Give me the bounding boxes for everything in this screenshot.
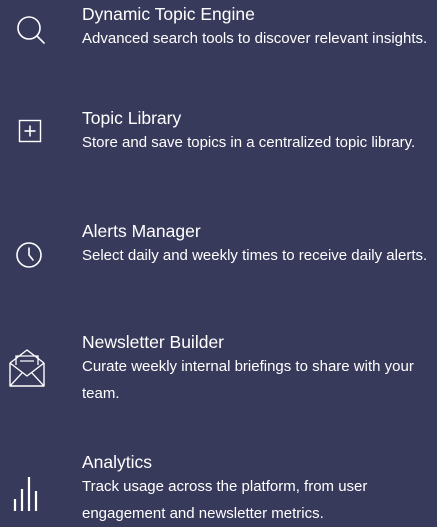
feature-description: Curate weekly internal briefings to shar… — [82, 358, 414, 402]
feature-title: Newsletter Builder — [82, 332, 224, 352]
feature-title: Dynamic Topic Engine — [82, 4, 255, 24]
feature-description: Select daily and weekly times to receive… — [82, 247, 428, 264]
plus-box-icon — [18, 119, 78, 179]
feature-description: Advanced search tools to discover releva… — [82, 30, 428, 47]
clock-icon — [14, 240, 74, 300]
bar-chart-icon — [12, 471, 72, 527]
feature-description: Track usage across the platform, from us… — [82, 478, 368, 522]
feature-description: Store and save topics in a centralized t… — [82, 134, 416, 151]
envelope-open-icon — [7, 346, 67, 406]
search-icon — [14, 13, 74, 73]
feature-title: Analytics — [82, 452, 153, 472]
feature-title: Topic Library — [82, 108, 182, 128]
feature-title: Alerts Manager — [82, 221, 201, 241]
